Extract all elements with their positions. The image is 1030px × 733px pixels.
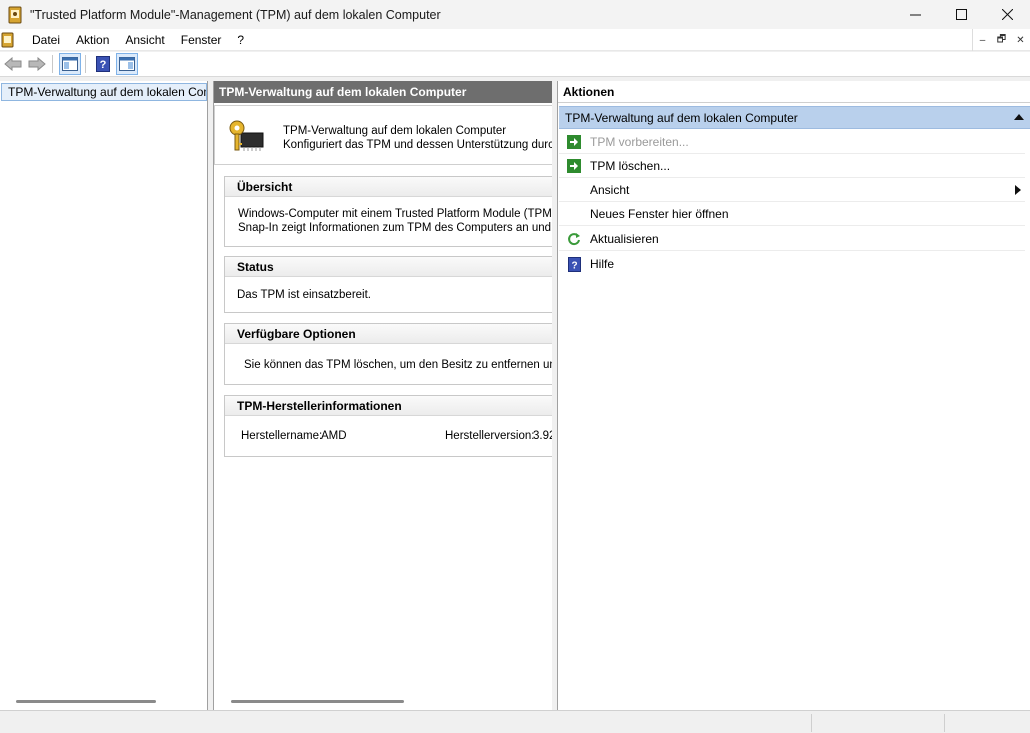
menu-bar: Datei Aktion Ansicht Fenster ? – 🗗 ✕ (0, 29, 1030, 51)
menu-help[interactable]: ? (229, 29, 252, 51)
status-bar-divider (944, 714, 945, 732)
action-label: Neues Fenster hier öffnen (590, 206, 729, 221)
console-tree-pane[interactable]: TPM-Verwaltung auf dem lokalen Computer (0, 81, 208, 710)
manufacturer-section: TPM-Herstellerinformationen Herstellerna… (224, 395, 552, 457)
window-title: "Trusted Platform Module"-Management (TP… (30, 7, 441, 22)
maximize-icon (955, 9, 967, 20)
mdi-restore-button[interactable]: 🗗 (992, 29, 1011, 51)
status-text: Das TPM ist einsatzbereit. (237, 289, 372, 301)
status-heading: Status (225, 257, 552, 277)
close-button[interactable] (984, 0, 1030, 29)
action-neues-fenster[interactable]: Neues Fenster hier öffnen (559, 202, 1025, 226)
action-hilfe[interactable]: ? Hilfe (559, 252, 1025, 276)
status-bar (0, 710, 1030, 733)
manufacturer-name-label: Herstellername: (241, 430, 323, 442)
green-arrow-icon (566, 158, 582, 174)
options-heading: Verfügbare Optionen (225, 324, 552, 344)
menu-aktion[interactable]: Aktion (68, 29, 117, 51)
overview-line-2: Snap-In zeigt Informationen zum TPM des … (238, 222, 552, 234)
manufacturer-version-value: 3.92 (533, 430, 552, 442)
intro-title: TPM-Verwaltung auf dem lokalen Computer (283, 125, 507, 137)
action-label: TPM vorbereiten... (590, 134, 689, 149)
help-icon: ? (96, 56, 110, 72)
refresh-icon (566, 231, 582, 247)
tree-horizontal-scrollbar[interactable] (16, 700, 156, 703)
action-label: Ansicht (590, 182, 630, 197)
forward-button[interactable] (26, 53, 48, 75)
toolbar-separator (52, 55, 53, 73)
tree-item-label: TPM-Verwaltung auf dem lokalen Computer (8, 85, 206, 99)
mmc-document-icon[interactable] (0, 32, 16, 48)
overview-heading: Übersicht (225, 177, 552, 197)
overview-section: Übersicht Windows-Computer mit einem Tru… (224, 176, 552, 247)
green-arrow-icon (566, 134, 582, 150)
mdi-minimize-button[interactable]: – (973, 29, 992, 51)
manufacturer-body: Herstellername: AMD Herstellerversion: 3… (225, 416, 552, 456)
minimize-icon (909, 14, 921, 16)
actions-group-tpm[interactable]: TPM-Verwaltung auf dem lokalen Computer (559, 106, 1030, 129)
show-hide-console-tree-button[interactable] (59, 53, 81, 75)
svg-text:?: ? (571, 260, 577, 271)
manufacturer-name-value: AMD (321, 430, 347, 442)
mdi-minimize-icon: – (979, 34, 986, 46)
status-bar-divider (811, 714, 812, 732)
tpm-app-icon (8, 6, 22, 23)
actions-group-title: TPM-Verwaltung auf dem lokalen Computer (565, 110, 798, 125)
action-label: Aktualisieren (590, 231, 659, 246)
menu-ansicht[interactable]: Ansicht (117, 29, 172, 51)
actions-header: Aktionen (558, 81, 1030, 103)
overview-body: Windows-Computer mit einem Trusted Platf… (225, 197, 552, 235)
help-icon: ? (566, 256, 582, 272)
show-hide-action-pane-button[interactable] (116, 53, 138, 75)
forward-arrow-icon (28, 57, 46, 71)
intro-panel: TPM-Verwaltung auf dem lokalen Computer … (214, 105, 552, 165)
options-text: Sie können das TPM löschen, um den Besit… (244, 359, 552, 371)
mdi-close-icon: ✕ (1016, 34, 1025, 46)
toolbar: ? (0, 52, 1030, 77)
help-toolbar-button[interactable]: ? (92, 53, 114, 75)
result-pane-header: TPM-Verwaltung auf dem lokalen Computer (214, 81, 552, 103)
back-arrow-icon (4, 57, 22, 71)
mdi-close-button[interactable]: ✕ (1011, 29, 1030, 51)
actions-pane: Aktionen TPM-Verwaltung auf dem lokalen … (557, 81, 1030, 710)
status-section: Status Das TPM ist einsatzbereit. (224, 256, 552, 313)
collapse-up-icon[interactable] (1014, 113, 1024, 120)
action-aktualisieren[interactable]: Aktualisieren (559, 227, 1025, 251)
manufacturer-version-label: Herstellerversion: (445, 430, 535, 442)
minimize-button[interactable] (892, 0, 938, 29)
maximize-button[interactable] (938, 0, 984, 29)
tree-item-tpm-root[interactable]: TPM-Verwaltung auf dem lokalen Computer (1, 83, 207, 101)
manufacturer-heading: TPM-Herstellerinformationen (225, 396, 552, 416)
result-pane: TPM-Verwaltung auf dem lokalen Computer … (213, 81, 552, 710)
close-icon (1001, 9, 1013, 20)
submenu-arrow-icon (1015, 185, 1021, 195)
mdi-restore-icon: 🗗 (996, 33, 1007, 45)
action-tpm-loeschen[interactable]: TPM löschen... (559, 154, 1025, 178)
options-section: Verfügbare Optionen Sie können das TPM l… (224, 323, 552, 385)
result-horizontal-scrollbar[interactable] (231, 700, 404, 703)
action-label: TPM löschen... (590, 158, 671, 173)
title-bar[interactable]: "Trusted Platform Module"-Management (TP… (0, 0, 1030, 29)
action-label: Hilfe (590, 257, 615, 271)
intro-description: Konfiguriert das TPM und dessen Unterstü… (283, 139, 552, 151)
action-ansicht[interactable]: Ansicht (559, 178, 1025, 202)
console-tree-icon (62, 57, 78, 71)
overview-line-1: Windows-Computer mit einem Trusted Platf… (238, 208, 552, 220)
menu-datei[interactable]: Datei (24, 29, 68, 51)
action-tpm-vorbereiten[interactable]: TPM vorbereiten... (559, 130, 1025, 154)
menu-fenster[interactable]: Fenster (173, 29, 230, 51)
toolbar-separator (85, 55, 86, 73)
back-button[interactable] (2, 53, 24, 75)
action-pane-icon (119, 57, 135, 71)
svg-text:?: ? (100, 59, 107, 71)
tpm-key-chip-icon (229, 120, 264, 151)
